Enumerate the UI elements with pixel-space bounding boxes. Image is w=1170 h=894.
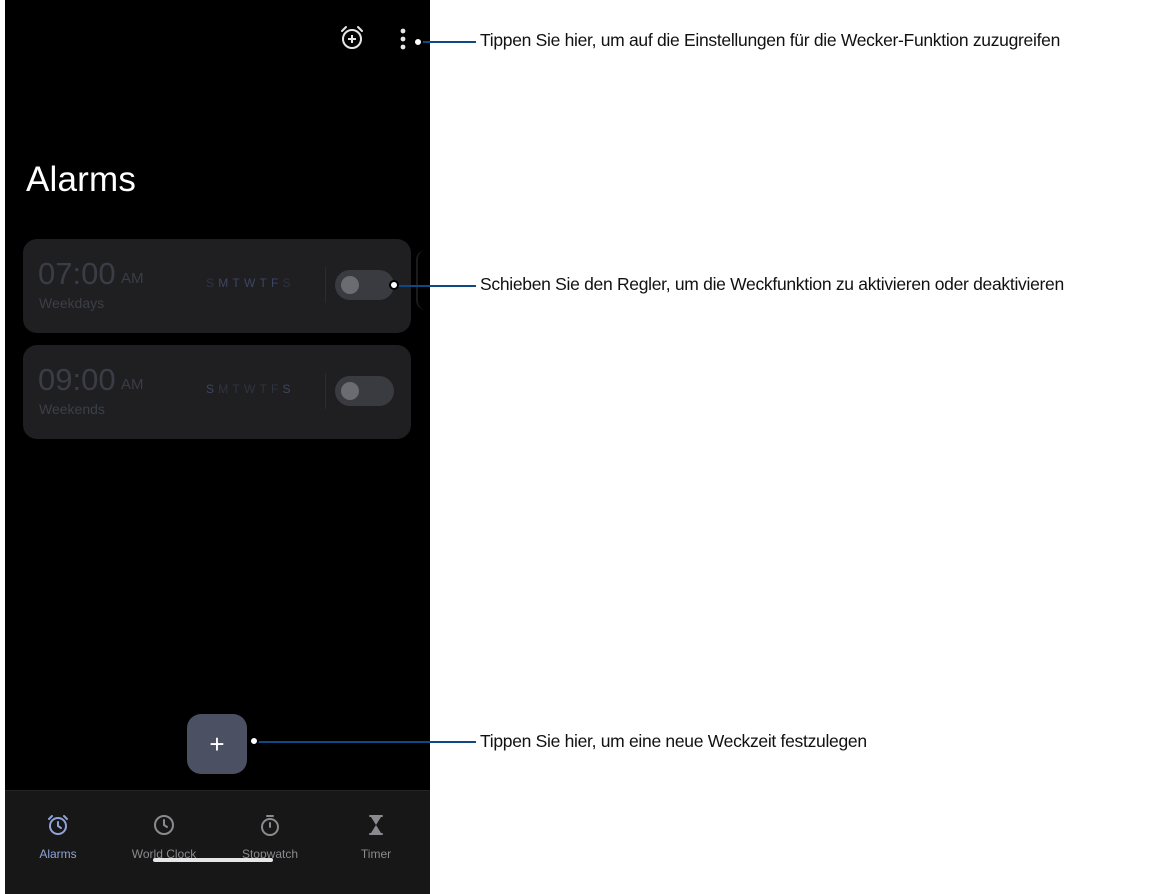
callout-line — [418, 41, 476, 43]
alarm-label: Weekdays — [39, 295, 105, 311]
alarm-time: 07:00 — [38, 256, 116, 291]
day-wed: W — [243, 382, 260, 396]
day-fri: F — [271, 382, 283, 396]
callout-text: Schieben Sie den Regler, um die Weckfunk… — [480, 274, 1064, 294]
day-sat: S — [282, 382, 295, 396]
day-sat: S — [282, 276, 295, 290]
alarm-card[interactable]: 09:00 AM Weekends SMTWTFS — [23, 345, 411, 439]
alarm-add-icon[interactable] — [338, 24, 366, 52]
hourglass-icon — [369, 815, 383, 835]
toggle-knob — [341, 382, 359, 400]
day-sun: S — [206, 276, 219, 290]
nav-item-alarms[interactable]: Alarms — [13, 813, 103, 861]
more-vert-icon[interactable] — [393, 26, 413, 52]
callout-text: Tippen Sie hier, um eine neue Weckzeit f… — [480, 731, 867, 751]
callout-line — [258, 741, 476, 743]
day-mon: M — [218, 276, 233, 290]
stopwatch-icon — [261, 815, 279, 836]
phone-screen: Alarms 07:00 AM Weekdays SMTWTFS 09:00 A… — [5, 0, 430, 894]
callout-line — [398, 285, 476, 287]
alarm-toggle[interactable] — [335, 270, 394, 300]
alarm-ampm: AM — [121, 376, 144, 393]
next-card-edge — [416, 250, 428, 310]
alarm-card[interactable]: 07:00 AM Weekdays SMTWTFS — [23, 239, 411, 333]
toggle-knob — [341, 276, 359, 294]
page-title: Alarms — [26, 160, 137, 199]
day-sun: S — [206, 382, 219, 396]
alarm-days: SMTWTFS — [206, 276, 295, 290]
alarm-icon — [48, 815, 68, 835]
alarm-days: SMTWTFS — [206, 382, 295, 396]
alarm-toggle[interactable] — [335, 376, 394, 406]
nav-label: Alarms — [39, 847, 77, 861]
alarm-label: Weekends — [39, 401, 105, 417]
alarm-time: 09:00 — [38, 362, 116, 397]
day-wed: W — [243, 276, 260, 290]
bottom-nav: Alarms World Clock Stopwatch Timer — [5, 790, 430, 894]
clock-icon — [154, 815, 174, 835]
nav-label: Timer — [360, 847, 392, 861]
callout-dot — [249, 736, 259, 746]
add-alarm-button[interactable]: + — [187, 714, 247, 774]
nav-item-timer[interactable]: Timer — [331, 813, 421, 861]
callout-text: Tippen Sie hier, um auf die Einstellunge… — [480, 30, 1061, 50]
day-thu: T — [259, 382, 272, 396]
callout-dot — [389, 280, 399, 290]
day-tue: T — [232, 382, 244, 396]
divider — [325, 373, 326, 409]
callout-dot — [413, 37, 423, 47]
day-thu: T — [259, 276, 272, 290]
alarm-ampm: AM — [121, 270, 144, 287]
nav-item-world-clock[interactable]: World Clock — [119, 813, 209, 861]
day-fri: F — [271, 276, 283, 290]
home-indicator — [153, 858, 273, 862]
day-tue: T — [232, 276, 244, 290]
nav-item-stopwatch[interactable]: Stopwatch — [225, 813, 315, 861]
day-mon: M — [218, 382, 233, 396]
divider — [325, 267, 326, 303]
